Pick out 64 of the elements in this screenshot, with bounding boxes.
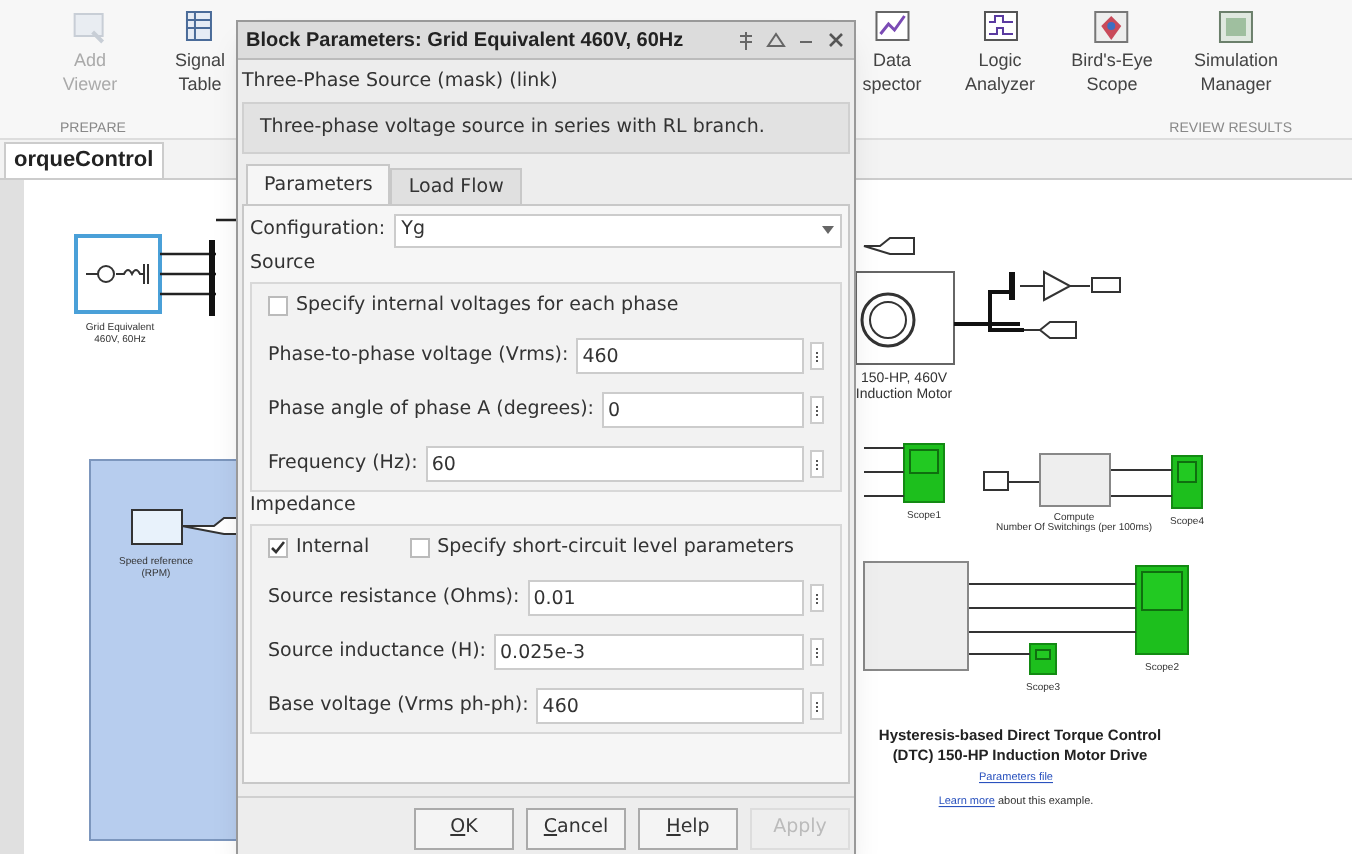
bus-bar — [1009, 272, 1015, 300]
window-icon[interactable] — [1216, 8, 1256, 48]
more-options-icon[interactable] — [810, 692, 824, 720]
field-label: Phase angle of phase A (degrees): — [268, 395, 594, 424]
tab[interactable]: Load Flow — [390, 168, 522, 204]
caret-icon — [822, 226, 834, 234]
field-label: Frequency (Hz): — [268, 449, 418, 478]
gain-block — [1043, 270, 1073, 302]
more-options-icon[interactable] — [810, 396, 824, 424]
input-field[interactable]: 0.01 — [527, 580, 804, 616]
toolbar-button-label[interactable]: Logic Analyzer — [965, 48, 1035, 96]
connection-line — [952, 290, 1026, 332]
tab[interactable]: Parameters — [246, 164, 391, 204]
configuration-dropdown[interactable]: Yg — [393, 213, 842, 247]
speed-reference-block — [131, 509, 183, 545]
checkbox-label: Specify internal voltages for each phase — [296, 291, 679, 320]
checkbox[interactable] — [268, 538, 288, 558]
input-field[interactable]: 0 — [602, 392, 804, 428]
mask-subtitle: Three-Phase Source (mask) (link) — [240, 68, 560, 96]
scope-block — [903, 443, 945, 503]
toolbar-button-label[interactable]: Signal Table — [174, 48, 226, 96]
window-title: Block Parameters: Grid Equivalent 460V, 60Hz — [246, 27, 686, 55]
checkbox-label: Internal — [296, 533, 370, 562]
more-options-icon[interactable] — [810, 342, 824, 370]
checkbox-label: Specify short-circuit level parameters — [437, 533, 794, 562]
checkbox[interactable] — [268, 296, 288, 316]
group-label: Source — [250, 250, 318, 278]
controller-block — [863, 561, 969, 671]
input-field[interactable]: 460 — [536, 688, 804, 724]
dialog-button[interactable]: Cancel — [526, 808, 626, 850]
collapse-icon[interactable] — [766, 30, 786, 50]
goto-tag — [1091, 277, 1121, 293]
description-text: Three-phase voltage source in series with RL branch. — [242, 102, 850, 154]
from-tag — [863, 237, 915, 255]
field-label: Source resistance (Ohms): — [268, 583, 520, 612]
model-tab[interactable]: orqueControl — [4, 142, 164, 178]
bus-bar — [209, 240, 215, 316]
toolbar-button-label[interactable]: Bird's-Eye Scope — [1071, 48, 1153, 96]
motor-block — [855, 271, 955, 365]
input-field[interactable]: 460 — [576, 338, 804, 374]
scope-block — [1171, 455, 1203, 509]
toolbar-button-label[interactable]: Data spector — [862, 48, 922, 96]
pin-icon[interactable] — [736, 30, 756, 50]
grid-source-block — [74, 234, 162, 314]
input-field[interactable]: 0.025e-3 — [494, 634, 804, 670]
toolbar-button-label[interactable]: Simulation Manager — [1193, 48, 1279, 96]
scope-block — [1135, 565, 1189, 655]
more-options-icon[interactable] — [810, 638, 824, 666]
close-icon[interactable] — [826, 30, 846, 50]
more-options-icon[interactable] — [810, 450, 824, 478]
field-label: Base voltage (Vrms ph-ph): — [268, 691, 529, 720]
input-field[interactable]: 60 — [425, 446, 804, 482]
from-tag — [983, 471, 1009, 491]
dialog-button[interactable]: Help — [638, 808, 738, 850]
field-label: Configuration: — [250, 215, 386, 244]
dialog-button[interactable]: OK — [414, 808, 514, 850]
scope-block — [1029, 643, 1057, 675]
checkbox[interactable] — [409, 538, 430, 558]
field-label: Source inductance (H): — [268, 637, 486, 666]
compute-block — [1039, 453, 1111, 507]
more-options-icon[interactable] — [810, 584, 824, 612]
group-label: Impedance — [250, 492, 358, 520]
connection-line — [1019, 285, 1091, 331]
field-label: Phase-to-phase voltage (Vrms): — [268, 341, 569, 370]
